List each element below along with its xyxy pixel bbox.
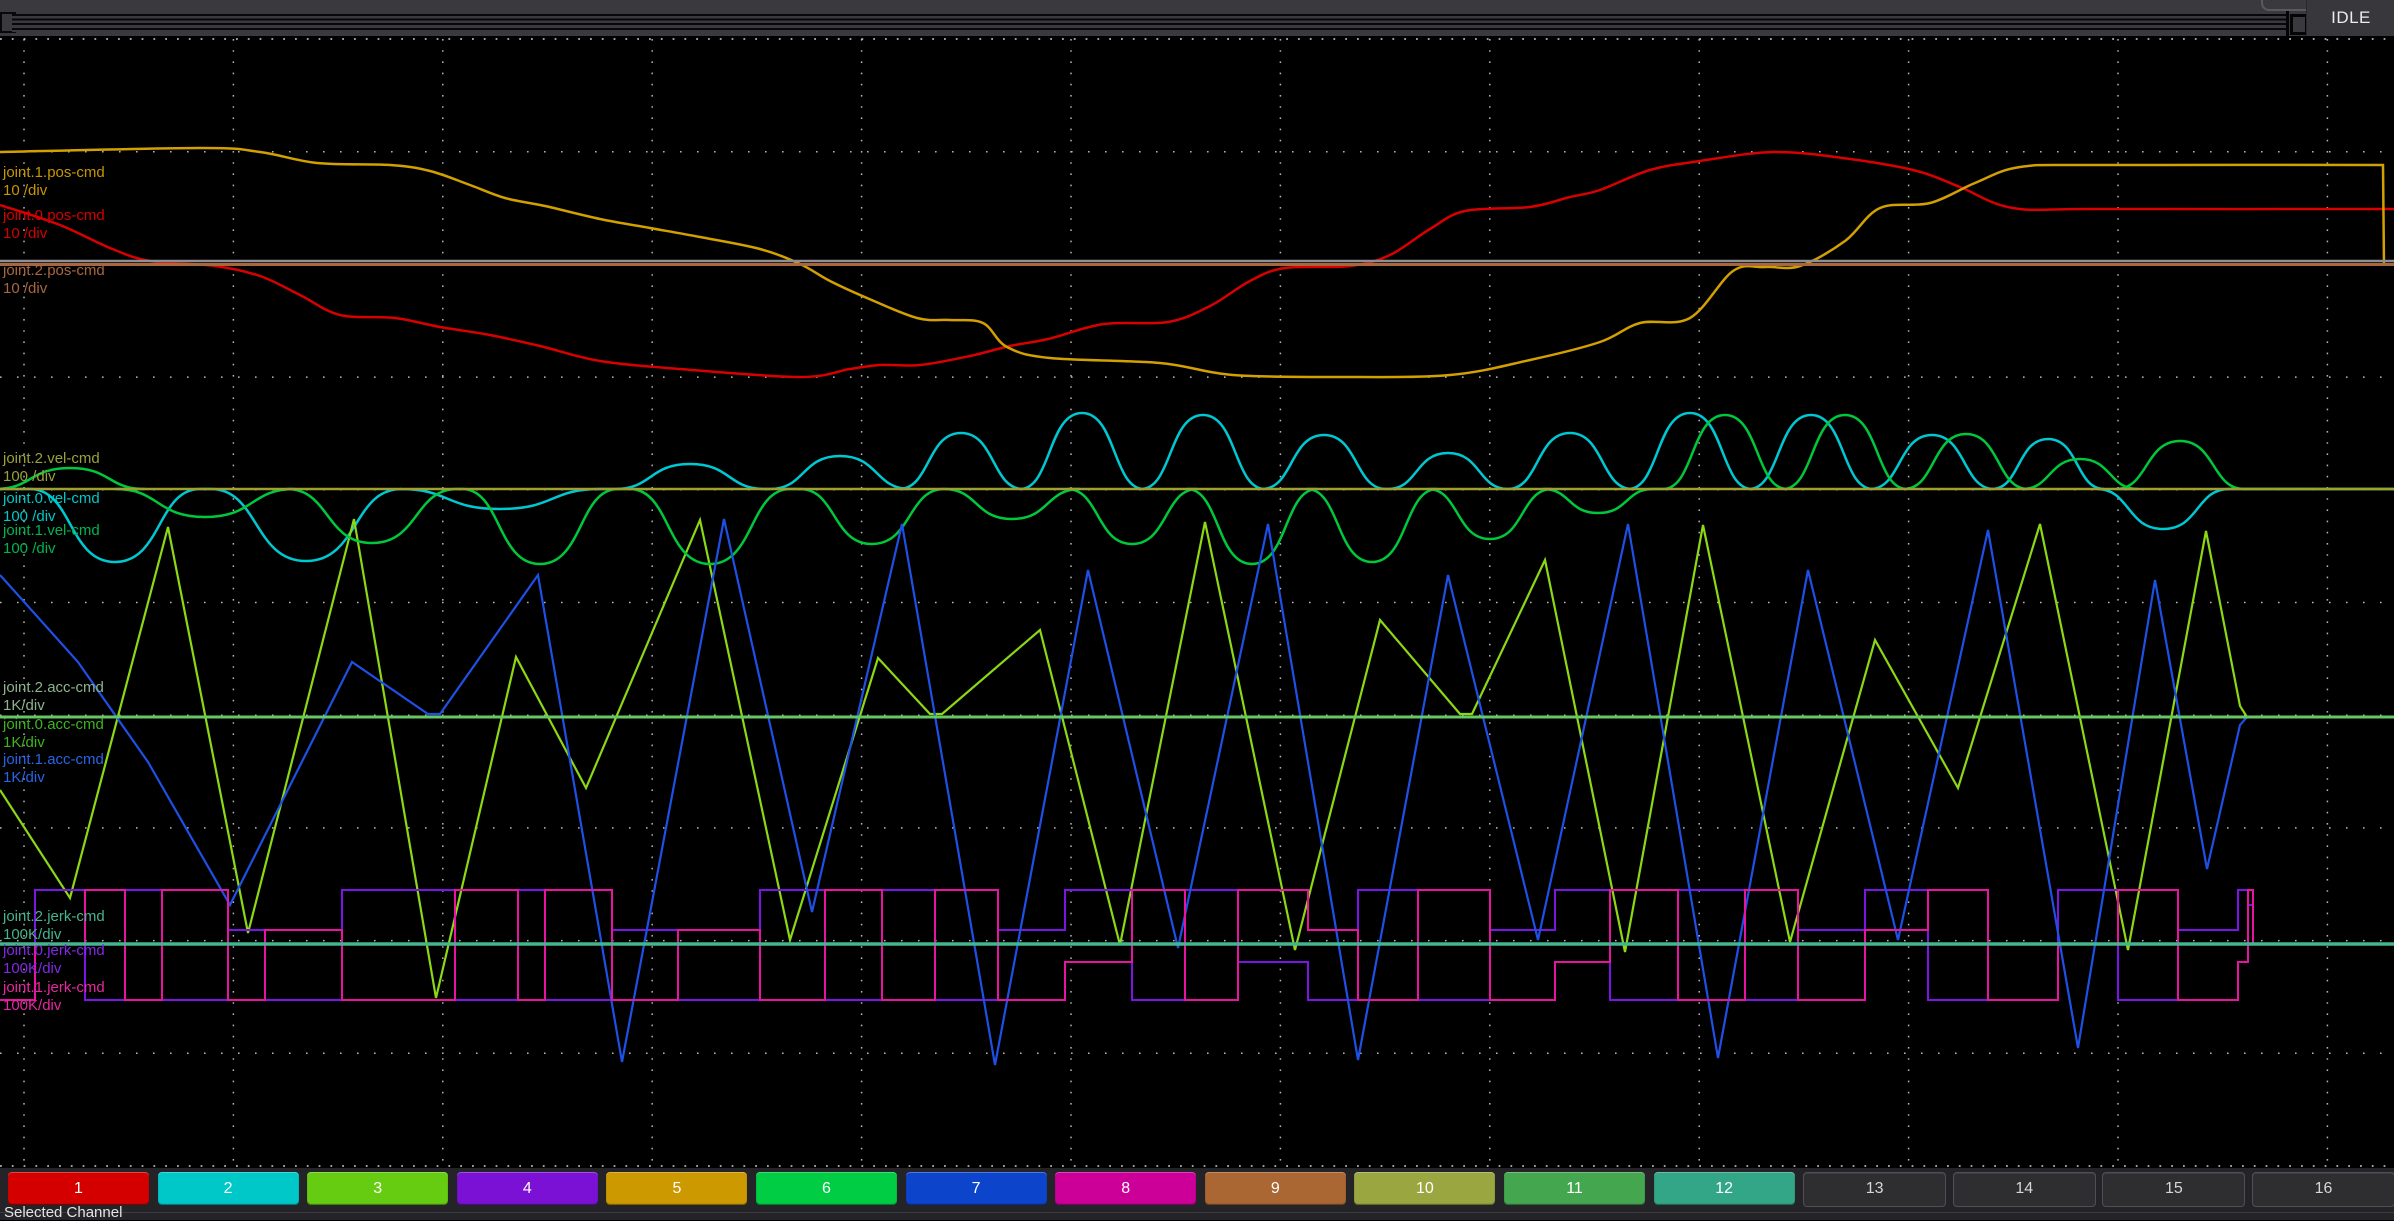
trace-joint-1-acc-cmd	[0, 519, 2394, 1065]
channel-button-13[interactable]: 13	[1803, 1172, 1946, 1207]
channel-button-2[interactable]: 2	[158, 1172, 299, 1205]
channel-button-8[interactable]: 8	[1055, 1172, 1196, 1205]
scrollbar-handle-line[interactable]	[2286, 9, 2289, 36]
channel-selector-bar: Selected Channel 12345678910111213141516	[0, 1168, 2394, 1220]
channel-button-1[interactable]: 1	[8, 1172, 149, 1205]
channel-button-12[interactable]: 12	[1654, 1172, 1795, 1205]
status-badge: IDLE	[2306, 0, 2394, 36]
top-bar: IDLE	[0, 0, 2394, 36]
channel-button-5[interactable]: 5	[606, 1172, 747, 1205]
channel-button-9[interactable]: 9	[1205, 1172, 1346, 1205]
channel-button-6[interactable]: 6	[756, 1172, 897, 1205]
channel-button-14[interactable]: 14	[1953, 1172, 2096, 1207]
channel-button-16[interactable]: 16	[2252, 1172, 2394, 1207]
selected-channel-label: Selected Channel	[4, 1204, 122, 1221]
trace-joint-0-acc-cmd	[0, 519, 2394, 998]
channel-button-11[interactable]: 11	[1504, 1172, 1645, 1205]
waveform-canvas	[0, 36, 2394, 1168]
scope-display: joint.1.pos-cmd10 /divjoint.0.pos-cmd10 …	[0, 36, 2394, 1168]
trace-joint-1-pos-cmd	[0, 148, 2384, 377]
channel-button-4[interactable]: 4	[457, 1172, 598, 1205]
channel-button-15[interactable]: 15	[2102, 1172, 2245, 1207]
channel-button-7[interactable]: 7	[906, 1172, 1047, 1205]
channel-button-3[interactable]: 3	[307, 1172, 448, 1205]
divider	[0, 1212, 2394, 1213]
channel-button-10[interactable]: 10	[1354, 1172, 1495, 1205]
horizontal-scrollbar-track[interactable]	[12, 14, 2288, 32]
